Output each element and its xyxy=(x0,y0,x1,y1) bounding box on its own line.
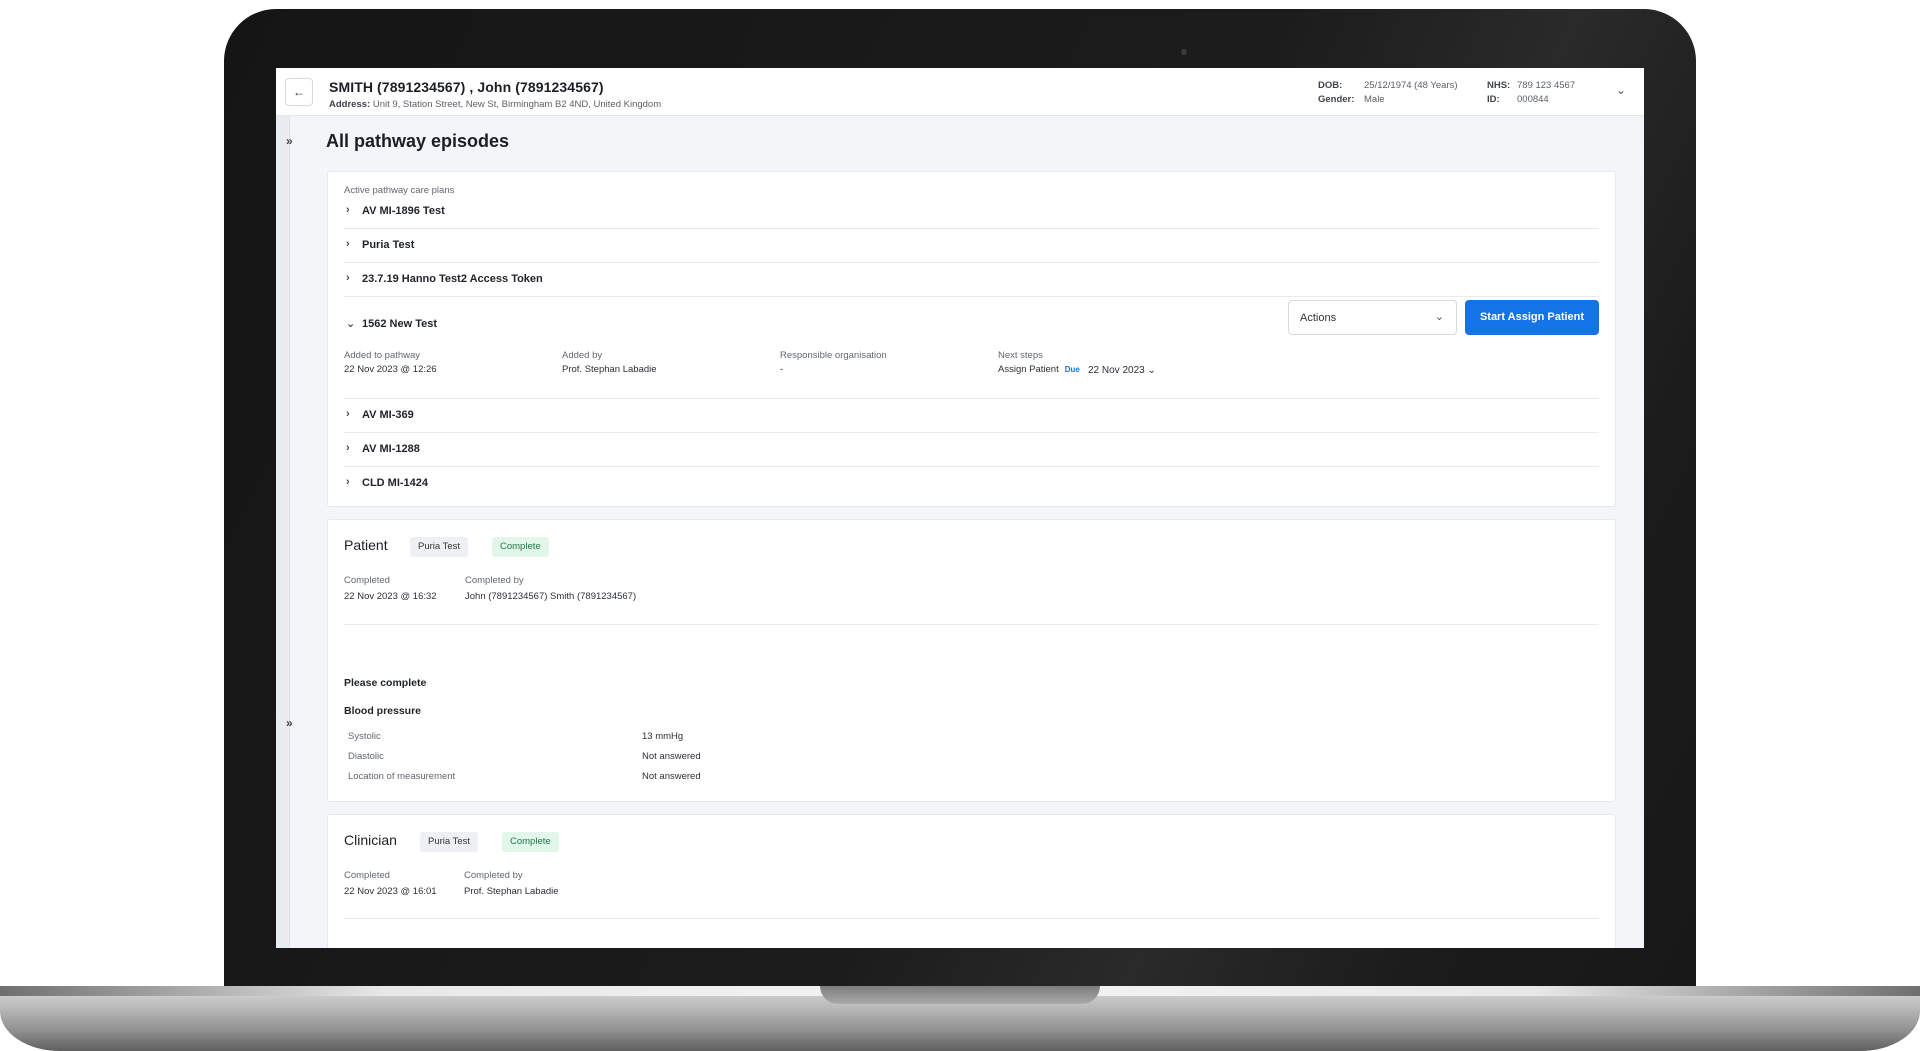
care-plan-label: AV MI-369 xyxy=(362,409,414,421)
care-plan-row[interactable]: › 23.7.19 Hanno Test2 Access Token xyxy=(344,263,1599,297)
care-plan-row[interactable]: › AV MI-1896 Test xyxy=(344,195,1599,229)
care-plan-label: AV MI-1896 Test xyxy=(362,205,445,217)
care-plan-row[interactable]: › AV MI-369 xyxy=(344,399,1599,433)
bp-value: 13 mmHg xyxy=(642,731,684,742)
address-value: Unit 9, Station Street, New St, Birmingh… xyxy=(372,99,662,110)
divider xyxy=(344,918,1599,919)
expand-sidebar-icon[interactable]: » xyxy=(286,134,292,148)
chevron-down-icon: ⌄ xyxy=(1434,311,1444,323)
chevron-right-icon: › xyxy=(346,442,350,454)
responsible-org-value: - xyxy=(780,364,784,375)
chevron-right-icon: › xyxy=(346,408,350,420)
arrow-left-icon: ← xyxy=(293,85,305,99)
bp-label: Diastolic xyxy=(348,751,384,762)
bp-value: Not answered xyxy=(642,751,701,762)
please-complete-heading: Please complete xyxy=(344,677,427,689)
care-plan-label: 23.7.19 Hanno Test2 Access Token xyxy=(362,273,543,285)
bp-value: Not answered xyxy=(642,771,701,782)
completed-label: Completed xyxy=(344,575,390,586)
completed-info: Completed 22 Nov 2023 @ 16:32 xyxy=(344,575,437,602)
nhs-id-block: NHS: 789 123 4567 ID: 000844 xyxy=(1487,79,1575,107)
responsible-org-label: Responsible organisation xyxy=(780,350,887,361)
next-steps: Next steps Assign Patient Due xyxy=(998,350,1080,375)
actions-dropdown[interactable]: Actions ⌄ xyxy=(1288,300,1457,335)
completed-label: Completed xyxy=(344,870,390,881)
patient-name: SMITH (7891234567) , John (7891234567) xyxy=(329,79,604,95)
care-plan-label: CLD MI-1424 xyxy=(362,477,429,489)
address-label: Address: xyxy=(329,99,371,110)
dob-gender-block: DOB: 25/12/1974 (48 Years) Gender: Male xyxy=(1318,79,1458,107)
expand-sidebar-icon-lower[interactable]: » xyxy=(286,716,292,730)
id-value: 000844 xyxy=(1517,94,1549,105)
completed-info: Completed 22 Nov 2023 @ 16:01 xyxy=(344,870,437,897)
next-steps-label: Next steps xyxy=(998,350,1043,361)
completed-by-info: Completed by Prof. Stephan Labadie xyxy=(464,870,559,897)
completed-by-value: Prof. Stephan Labadie xyxy=(464,886,559,897)
blood-pressure-heading: Blood pressure xyxy=(344,705,422,717)
completed-by-value: John (7891234567) Smith (7891234567) xyxy=(465,591,637,602)
responsible-organisation: Responsible organisation - xyxy=(780,350,887,375)
care-plan-row[interactable]: › CLD MI-1424 xyxy=(344,467,1599,501)
chevron-right-icon: › xyxy=(346,476,350,488)
gender-value: Male xyxy=(1364,94,1385,105)
completed-by-info: Completed by John (7891234567) Smith (789… xyxy=(465,575,636,602)
care-plan-tag: Puria Test xyxy=(420,832,479,852)
patient-address: Address: Unit 9, Station Street, New St,… xyxy=(329,99,661,110)
patient-section-card: Patient Puria Test Complete Completed 22 … xyxy=(327,519,1616,802)
chevron-down-icon: ⌄ xyxy=(1147,365,1156,376)
due-badge: Due xyxy=(1064,365,1080,374)
bp-label: Systolic xyxy=(348,731,381,742)
section-title: Clinician xyxy=(344,832,397,848)
app-screen: ← SMITH (7891234567) , John (7891234567)… xyxy=(276,68,1644,948)
page-title: All pathway episodes xyxy=(326,131,510,151)
added-to-pathway: Added to pathway 22 Nov 2023 @ 12:26 xyxy=(344,350,437,375)
id-label: ID: xyxy=(1487,94,1500,105)
added-to-pathway-label: Added to pathway xyxy=(344,350,421,361)
added-by: Added by Prof. Stephan Labadie xyxy=(562,350,657,375)
care-plan-row[interactable]: › Puria Test xyxy=(344,229,1599,263)
next-steps-value: Assign Patient xyxy=(998,364,1059,375)
added-to-pathway-value: 22 Nov 2023 @ 12:26 xyxy=(344,364,437,375)
status-badge: Complete xyxy=(492,537,549,557)
chevron-down-icon[interactable]: ⌄ xyxy=(346,317,355,330)
due-date-dropdown[interactable]: 22 Nov 2023 ⌄ xyxy=(1088,365,1156,376)
bp-label: Location of measurement xyxy=(348,771,456,782)
added-by-label: Added by xyxy=(562,350,603,361)
nhs-label: NHS: xyxy=(1487,80,1511,91)
completed-value: 22 Nov 2023 @ 16:32 xyxy=(344,591,437,602)
care-plan-label: AV MI-1288 xyxy=(362,443,420,455)
actions-label: Actions xyxy=(1300,312,1337,324)
care-plans-card: Active pathway care plans › AV MI-1896 Te… xyxy=(327,171,1616,507)
care-plan-label[interactable]: 1562 New Test xyxy=(362,318,437,330)
chevron-right-icon: › xyxy=(346,238,350,250)
laptop-notch xyxy=(820,986,1100,1004)
care-plan-label: Puria Test xyxy=(362,239,415,251)
nhs-value: 789 123 4567 xyxy=(1517,80,1576,91)
dob-value: 25/12/1974 (48 Years) xyxy=(1364,80,1458,91)
due-date: 22 Nov 2023 xyxy=(1088,365,1145,376)
dob-label: DOB: xyxy=(1318,80,1343,91)
gender-label: Gender: xyxy=(1318,94,1355,105)
added-by-value: Prof. Stephan Labadie xyxy=(562,364,657,375)
chevron-right-icon: › xyxy=(346,272,350,284)
clinician-section-card: Clinician Puria Test Complete Completed 2… xyxy=(327,814,1616,948)
divider xyxy=(344,624,1599,625)
status-badge: Complete xyxy=(502,832,559,852)
chevron-down-icon[interactable]: ⌄ xyxy=(1616,83,1626,97)
chevron-right-icon: › xyxy=(346,204,350,216)
completed-by-label: Completed by xyxy=(464,870,523,881)
start-assign-patient-button[interactable]: Start Assign Patient xyxy=(1465,300,1599,335)
section-title: Patient xyxy=(344,537,388,553)
care-plan-tag: Puria Test xyxy=(410,537,469,557)
care-plan-row[interactable]: › AV MI-1288 xyxy=(344,433,1599,467)
patient-header: ← SMITH (7891234567) , John (7891234567)… xyxy=(276,68,1644,116)
camera-dot xyxy=(1181,49,1187,55)
side-panel-strip xyxy=(276,116,290,948)
back-button[interactable]: ← xyxy=(285,78,313,106)
completed-value: 22 Nov 2023 @ 16:01 xyxy=(344,886,437,897)
completed-by-label: Completed by xyxy=(465,575,524,586)
